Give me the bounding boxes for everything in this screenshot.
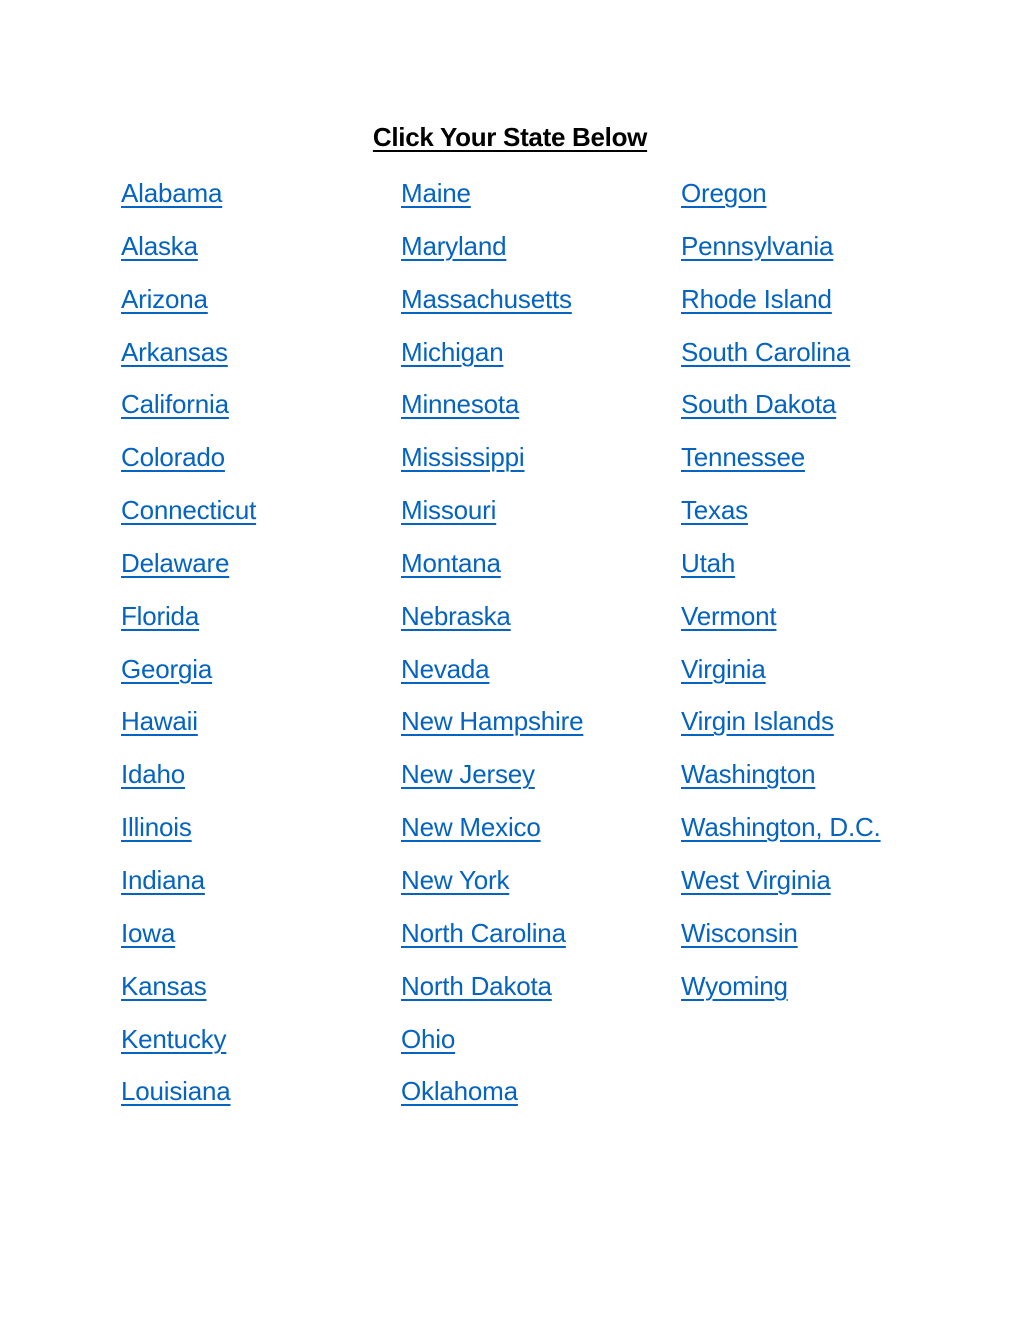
state-link-indiana[interactable]: Indiana — [121, 861, 401, 914]
state-link-california[interactable]: California — [121, 385, 401, 438]
state-link-washington-d-c[interactable]: Washington, D.C. — [681, 808, 961, 861]
state-link-utah[interactable]: Utah — [681, 544, 961, 597]
state-link-maryland[interactable]: Maryland — [401, 227, 681, 280]
state-link-nevada[interactable]: Nevada — [401, 650, 681, 703]
state-link-oregon[interactable]: Oregon — [681, 174, 961, 227]
state-link-iowa[interactable]: Iowa — [121, 914, 401, 967]
state-link-south-dakota[interactable]: South Dakota — [681, 385, 961, 438]
state-link-arkansas[interactable]: Arkansas — [121, 333, 401, 386]
state-link-new-hampshire[interactable]: New Hampshire — [401, 702, 681, 755]
state-column-2: Maine Maryland Massachusetts Michigan Minnes… — [401, 174, 681, 1125]
state-link-washington[interactable]: Washington — [681, 755, 961, 808]
state-link-maine[interactable]: Maine — [401, 174, 681, 227]
state-link-new-york[interactable]: New York — [401, 861, 681, 914]
state-link-colorado[interactable]: Colorado — [121, 438, 401, 491]
state-link-north-dakota[interactable]: North Dakota — [401, 967, 681, 1020]
state-link-virginia[interactable]: Virginia — [681, 650, 961, 703]
state-link-michigan[interactable]: Michigan — [401, 333, 681, 386]
state-link-hawaii[interactable]: Hawaii — [121, 702, 401, 755]
state-link-kentucky[interactable]: Kentucky — [121, 1020, 401, 1073]
state-column-3: Oregon Pennsylvania Rhode Island South Caro… — [681, 174, 961, 1125]
state-link-connecticut[interactable]: Connecticut — [121, 491, 401, 544]
page-title: Click Your State Below — [372, 122, 648, 152]
state-link-wyoming[interactable]: Wyoming — [681, 967, 961, 1020]
state-link-arizona[interactable]: Arizona — [121, 280, 401, 333]
state-link-tennessee[interactable]: Tennessee — [681, 438, 961, 491]
state-link-montana[interactable]: Montana — [401, 544, 681, 597]
state-link-missouri[interactable]: Missouri — [401, 491, 681, 544]
state-link-georgia[interactable]: Georgia — [121, 650, 401, 703]
state-link-florida[interactable]: Florida — [121, 597, 401, 650]
state-column-1: Alabama Alaska Arizona Arkansas California Co… — [121, 174, 401, 1125]
state-link-north-carolina[interactable]: North Carolina — [401, 914, 681, 967]
state-link-columns: Alabama Alaska Arizona Arkansas California Co… — [121, 174, 961, 1125]
state-link-pennsylvania[interactable]: Pennsylvania — [681, 227, 961, 280]
state-link-massachusetts[interactable]: Massachusetts — [401, 280, 681, 333]
state-link-illinois[interactable]: Illinois — [121, 808, 401, 861]
state-link-alaska[interactable]: Alaska — [121, 227, 401, 280]
state-link-delaware[interactable]: Delaware — [121, 544, 401, 597]
state-link-texas[interactable]: Texas — [681, 491, 961, 544]
state-link-vermont[interactable]: Vermont — [681, 597, 961, 650]
state-link-mississippi[interactable]: Mississippi — [401, 438, 681, 491]
state-link-kansas[interactable]: Kansas — [121, 967, 401, 1020]
state-link-louisiana[interactable]: Louisiana — [121, 1072, 401, 1125]
state-link-south-carolina[interactable]: South Carolina — [681, 333, 961, 386]
state-link-virgin-islands[interactable]: Virgin Islands — [681, 702, 961, 755]
state-link-minnesota[interactable]: Minnesota — [401, 385, 681, 438]
state-link-new-mexico[interactable]: New Mexico — [401, 808, 681, 861]
state-link-ohio[interactable]: Ohio — [401, 1020, 681, 1073]
state-link-new-jersey[interactable]: New Jersey — [401, 755, 681, 808]
state-link-oklahoma[interactable]: Oklahoma — [401, 1072, 681, 1125]
state-link-rhode-island[interactable]: Rhode Island — [681, 280, 961, 333]
state-link-wisconsin[interactable]: Wisconsin — [681, 914, 961, 967]
state-link-alabama[interactable]: Alabama — [121, 174, 401, 227]
state-link-idaho[interactable]: Idaho — [121, 755, 401, 808]
state-link-west-virginia[interactable]: West Virginia — [681, 861, 961, 914]
state-link-nebraska[interactable]: Nebraska — [401, 597, 681, 650]
